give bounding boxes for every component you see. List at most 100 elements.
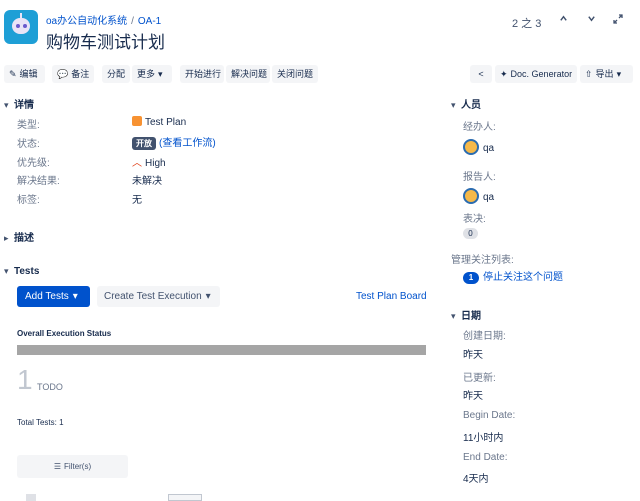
chevron-down-icon: ▾ — [158, 69, 163, 79]
share-icon: < — [478, 69, 484, 79]
comment-icon: 💬 — [57, 69, 69, 79]
chevron-down-icon[interactable] — [587, 14, 596, 26]
expand-icon[interactable] — [613, 14, 623, 27]
avatar — [463, 188, 479, 204]
test-plan-icon — [132, 116, 142, 126]
export-button[interactable]: ⇧ 导出 ▾ — [580, 65, 633, 83]
type-text: Test Plan — [145, 117, 187, 128]
view-workflow-link[interactable]: (查看工作流) — [159, 138, 216, 149]
priority-label: 优先级: — [17, 158, 50, 169]
breadcrumb-project-link[interactable]: oa办公自动化系统 — [46, 16, 127, 27]
breadcrumb: oa办公自动化系统 / OA-1 — [46, 12, 161, 27]
dates-title: 日期 — [461, 311, 481, 322]
resolve-issue-button[interactable]: 解决问题 — [226, 65, 270, 83]
status-badge: 开放 — [132, 137, 156, 150]
assign-button[interactable]: 分配 — [102, 65, 130, 83]
end-date-value: 4天内 — [463, 474, 489, 485]
todo-label: TODO — [37, 382, 63, 392]
comment-label: 备注 — [71, 69, 90, 79]
assignee-label: 经办人: — [463, 122, 496, 133]
begin-date-value: 11小时内 — [463, 433, 504, 444]
chevron-up-icon[interactable] — [559, 14, 568, 26]
comment-button[interactable]: 💬 备注 — [52, 65, 94, 83]
votes-label: 表决: — [463, 214, 486, 225]
chevron-right-icon: ▸ — [4, 233, 9, 243]
close-issue-button[interactable]: 关闭问题 — [272, 65, 318, 83]
reporter-value[interactable]: qa — [463, 188, 494, 204]
chevron-down-icon: ▾ — [4, 100, 9, 110]
status-label: 状态: — [17, 139, 40, 150]
table-row-fragment — [26, 494, 36, 501]
edit-button[interactable]: ✎ 编辑 — [4, 65, 45, 83]
tests-section-header[interactable]: ▾ Tests — [4, 266, 39, 277]
type-label: 类型: — [17, 120, 40, 131]
create-execution-label: Create Test Execution — [104, 291, 202, 302]
robot-icon — [12, 18, 30, 34]
updated-value: 昨天 — [463, 391, 483, 402]
share-button[interactable]: < — [470, 65, 492, 83]
description-title: 描述 — [14, 233, 34, 244]
unwatch-link[interactable]: 停止关注这个问题 — [483, 272, 563, 283]
labels-value: 无 — [132, 195, 142, 206]
dates-section-header[interactable]: ▾ 日期 — [451, 307, 481, 322]
resolution-value: 未解决 — [132, 176, 162, 187]
total-tests: Total Tests: 1 — [17, 418, 64, 427]
resolution-label: 解决结果: — [17, 176, 60, 187]
chevron-down-icon: ▾ — [451, 311, 456, 321]
more-label: 更多 — [137, 69, 156, 79]
votes-value[interactable]: 0 — [463, 228, 478, 239]
chevron-down-icon: ▾ — [616, 69, 622, 79]
doc-generator-label: Doc. Generator — [510, 69, 573, 79]
reporter-label: 报告人: — [463, 172, 496, 183]
more-button[interactable]: 更多 ▾ — [132, 65, 172, 83]
create-test-execution-button[interactable]: Create Test Execution ▾ — [97, 286, 220, 307]
people-section-header[interactable]: ▾ 人员 — [451, 96, 481, 111]
chevron-down-icon: ▾ — [4, 266, 9, 276]
test-plan-board-link[interactable]: Test Plan Board — [356, 291, 427, 302]
reporter-name: qa — [483, 192, 495, 203]
chevron-down-icon: ▾ — [72, 291, 78, 302]
start-progress-button[interactable]: 开始进行 — [180, 65, 224, 83]
end-date-label: End Date: — [463, 452, 508, 463]
project-avatar[interactable] — [4, 10, 38, 44]
filter-button[interactable]: ☰ Filter(s) — [17, 455, 128, 478]
execution-progress-fill-todo[interactable] — [17, 345, 426, 355]
todo-count: 1 — [17, 364, 33, 395]
details-title: 详情 — [14, 100, 34, 111]
assignee-value[interactable]: qa — [463, 139, 494, 155]
assignee-name: qa — [483, 143, 495, 154]
watchers-count-badge[interactable]: 1 — [463, 272, 479, 284]
priority-text: High — [145, 158, 166, 169]
table-row-fragment — [168, 494, 202, 501]
doc-generator-button[interactable]: ✦ Doc. Generator — [495, 65, 577, 83]
votes-count-badge: 0 — [463, 228, 478, 239]
execution-progress-bar — [17, 345, 426, 355]
filter-icon: ☰ — [53, 462, 62, 471]
watchers-label: 管理关注列表: — [451, 255, 514, 266]
robot-eye-right — [23, 24, 27, 28]
breadcrumb-issue-key[interactable]: OA-1 — [138, 16, 161, 27]
export-label: 导出 — [595, 69, 614, 79]
labels-label: 标签: — [17, 195, 40, 206]
people-title: 人员 — [461, 100, 481, 111]
description-section-header[interactable]: ▸ 描述 — [4, 229, 34, 244]
tests-title: Tests — [14, 266, 40, 277]
updated-label: 已更新: — [463, 373, 496, 384]
type-value: Test Plan — [132, 116, 186, 128]
chevron-down-icon: ▾ — [451, 100, 456, 110]
add-tests-button[interactable]: Add Tests ▾ — [17, 286, 90, 307]
begin-date-label: Begin Date: — [463, 410, 516, 421]
priority-value: ︿ High — [132, 154, 166, 169]
watchers-value: 1 停止关注这个问题 — [463, 268, 563, 284]
priority-high-icon: ︿ — [132, 158, 142, 169]
details-section-header[interactable]: ▾ 详情 — [4, 96, 34, 111]
overall-execution-status-label: Overall Execution Status — [17, 329, 112, 338]
page-title: 购物车测试计划 — [46, 33, 165, 52]
status-value: 开放 (查看工作流) — [132, 134, 216, 150]
created-label: 创建日期: — [463, 331, 506, 342]
sparkle-icon: ✦ — [500, 69, 508, 79]
add-tests-label: Add Tests — [25, 291, 69, 302]
chevron-down-icon: ▾ — [205, 291, 211, 302]
avatar — [463, 139, 479, 155]
issue-pager: 2 之 3 — [512, 18, 542, 30]
